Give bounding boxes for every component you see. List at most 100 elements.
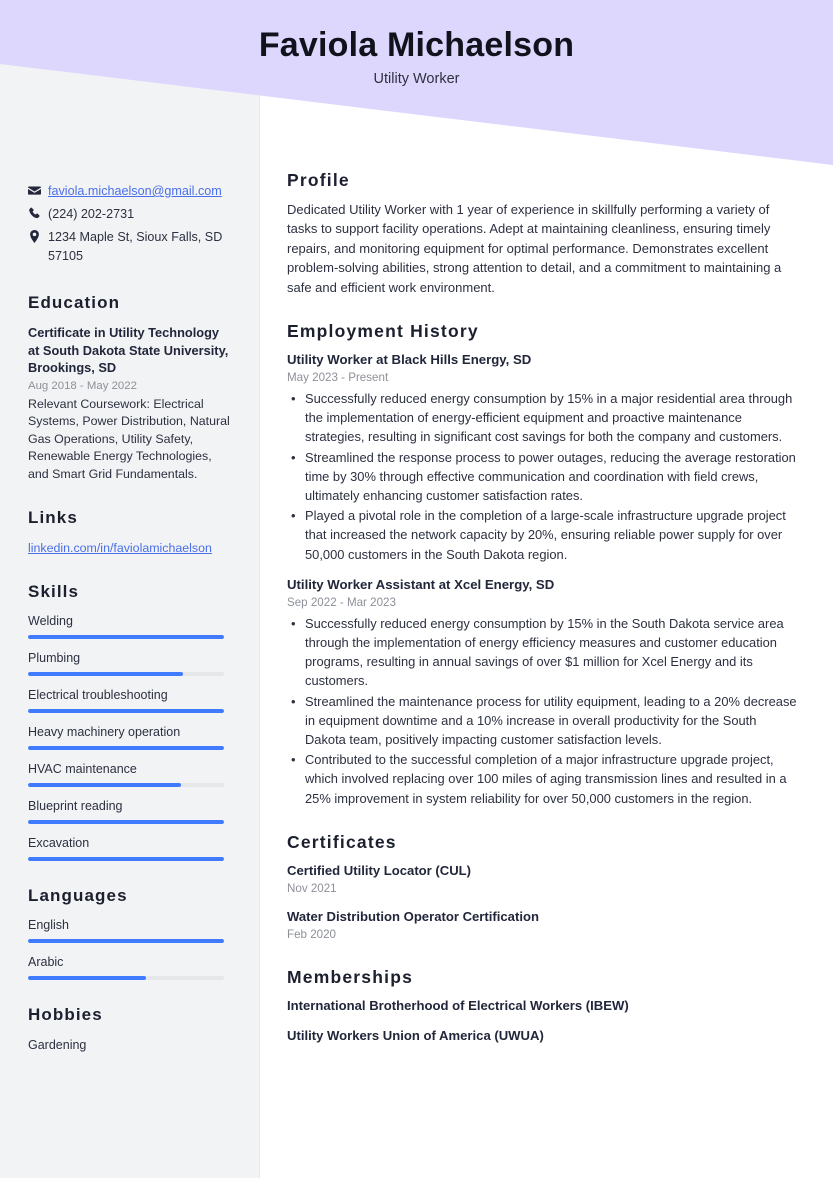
hobby-item: Gardening: [28, 1038, 87, 1052]
language-level-fill: [28, 976, 146, 980]
employment-section: Employment History Utility Worker at Bla…: [287, 319, 798, 808]
skill-level-fill: [28, 857, 224, 861]
links-section: Links linkedin.com/in/faviolamichaelson: [28, 507, 232, 557]
profile-text: Dedicated Utility Worker with 1 year of …: [287, 202, 782, 295]
job-bullet: Streamlined the maintenance process for …: [287, 692, 798, 750]
contact-item-phone: (224) 202-2731: [28, 205, 232, 224]
skill-label: Electrical troubleshooting: [28, 688, 168, 702]
profile-heading: Profile: [287, 170, 350, 190]
skill-label: Heavy machinery operation: [28, 725, 181, 739]
job-bullet-list: Successfully reduced energy consumption …: [287, 614, 798, 808]
phone-text: (224) 202-2731: [48, 207, 135, 221]
job-bullet: Played a pivotal role in the completion …: [287, 506, 798, 564]
profile-section: Profile Dedicated Utility Worker with 1 …: [287, 168, 798, 297]
job-bullet: Successfully reduced energy consumption …: [287, 614, 798, 691]
education-heading: Education: [28, 293, 121, 312]
address-text: 1234 Maple St, Sioux Falls, SD 57105: [48, 230, 223, 263]
skill-level-track: [28, 857, 224, 861]
job-date: Sep 2022 - Mar 2023: [287, 595, 396, 609]
certificate-date: Feb 2020: [287, 927, 336, 941]
education-description: Relevant Coursework: Electrical Systems,…: [28, 396, 230, 481]
language-level-track: [28, 939, 224, 943]
skill-level-fill: [28, 783, 181, 787]
link-linkedin[interactable]: linkedin.com/in/faviolamichaelson: [28, 539, 232, 557]
certificates-list: Certified Utility Locator (CUL) Nov 2021 W…: [287, 862, 798, 943]
skill-item: Electrical troubleshooting: [28, 687, 232, 713]
job-entry: Utility Worker Assistant at Xcel Energy,…: [287, 576, 798, 808]
email-text[interactable]: faviola.michaelson@gmail.com: [48, 182, 232, 201]
links-heading: Links: [28, 508, 78, 527]
skill-label: HVAC maintenance: [28, 762, 137, 776]
education-title: Certificate in Utility Technology at Sou…: [28, 325, 229, 375]
job-title: Utility Worker Assistant at Xcel Energy,…: [287, 576, 555, 592]
language-level-track: [28, 976, 224, 980]
jobs-list: Utility Worker at Black Hills Energy, SD…: [287, 351, 798, 808]
languages-heading: Languages: [28, 886, 128, 905]
skill-level-fill: [28, 820, 224, 824]
skills-heading: Skills: [28, 582, 80, 601]
certificates-section: Certificates Certified Utility Locator (…: [287, 830, 798, 943]
certificates-heading: Certificates: [287, 831, 397, 852]
memberships-section: Memberships International Brotherhood of…: [287, 965, 798, 1045]
language-label: English: [28, 918, 69, 932]
education-entry: Certificate in Utility Technology at Sou…: [28, 324, 232, 483]
language-item: Arabic: [28, 954, 232, 980]
certificate-title: Certified Utility Locator (CUL): [287, 862, 472, 878]
skill-item: Welding: [28, 613, 232, 639]
envelope-icon: [28, 182, 48, 197]
sidebar: faviola.michaelson@gmail.com (224) 202-2…: [0, 0, 260, 1078]
certificate-item: Certified Utility Locator (CUL) Nov 2021: [287, 862, 798, 897]
skill-label: Welding: [28, 614, 73, 628]
main-content: Profile Dedicated Utility Worker with 1 …: [260, 0, 833, 1067]
skill-label: Excavation: [28, 836, 90, 850]
hobbies-heading: Hobbies: [28, 1005, 103, 1024]
job-title: Utility Worker at Black Hills Energy, SD: [287, 352, 532, 368]
contact-item-address: 1234 Maple St, Sioux Falls, SD 57105: [28, 228, 232, 266]
skill-item: Heavy machinery operation: [28, 724, 232, 750]
hobbies-section: Hobbies Gardening: [28, 1004, 232, 1054]
job-bullet-list: Successfully reduced energy consumption …: [287, 389, 798, 564]
language-level-fill: [28, 939, 224, 943]
contact-list: faviola.michaelson@gmail.com (224) 202-2…: [28, 182, 232, 266]
certificate-date: Nov 2021: [287, 881, 337, 895]
skill-label: Plumbing: [28, 651, 81, 665]
skill-level-track: [28, 709, 224, 713]
membership-item: International Brotherhood of Electrical …: [287, 997, 629, 1013]
hobbies-list: Gardening: [28, 1036, 232, 1054]
job-bullet: Streamlined the response process to powe…: [287, 448, 798, 506]
skill-label: Blueprint reading: [28, 799, 123, 813]
employment-heading: Employment History: [287, 321, 479, 342]
skill-item: Excavation: [28, 835, 232, 861]
job-bullet: Successfully reduced energy consumption …: [287, 389, 798, 447]
skill-level-fill: [28, 709, 224, 713]
certificate-title: Water Distribution Operator Certificatio…: [287, 908, 539, 924]
skill-level-track: [28, 783, 224, 787]
skill-level-fill: [28, 635, 224, 639]
phone-icon: [28, 205, 48, 220]
languages-section: Languages English Arabic: [28, 885, 232, 980]
job-date: May 2023 - Present: [287, 371, 389, 385]
skill-item: Plumbing: [28, 650, 232, 676]
resume-page: Faviola Michaelson Utility Worker faviol…: [0, 0, 833, 1178]
skill-level-fill: [28, 746, 224, 750]
education-section: Education Certificate in Utility Technol…: [28, 292, 232, 483]
skill-level-track: [28, 746, 224, 750]
language-item: English: [28, 917, 232, 943]
education-date: Aug 2018 - May 2022: [28, 379, 137, 392]
memberships-heading: Memberships: [287, 966, 414, 987]
memberships-list: International Brotherhood of Electrical …: [287, 997, 798, 1045]
location-pin-icon: [28, 228, 48, 243]
skill-item: Blueprint reading: [28, 798, 232, 824]
skill-level-track: [28, 635, 224, 639]
membership-item: Utility Workers Union of America (UWUA): [287, 1027, 544, 1043]
skill-level-track: [28, 820, 224, 824]
certificate-item: Water Distribution Operator Certificatio…: [287, 908, 798, 943]
skills-section: Skills Welding Plumbing Electrical trouble…: [28, 581, 232, 861]
languages-list: English Arabic: [28, 917, 232, 980]
job-entry: Utility Worker at Black Hills Energy, SD…: [287, 351, 798, 564]
skill-item: HVAC maintenance: [28, 761, 232, 787]
skill-level-fill: [28, 672, 183, 676]
skills-list: Welding Plumbing Electrical troubleshootin…: [28, 613, 232, 861]
contact-item-email[interactable]: faviola.michaelson@gmail.com: [28, 182, 232, 201]
language-label: Arabic: [28, 955, 64, 969]
